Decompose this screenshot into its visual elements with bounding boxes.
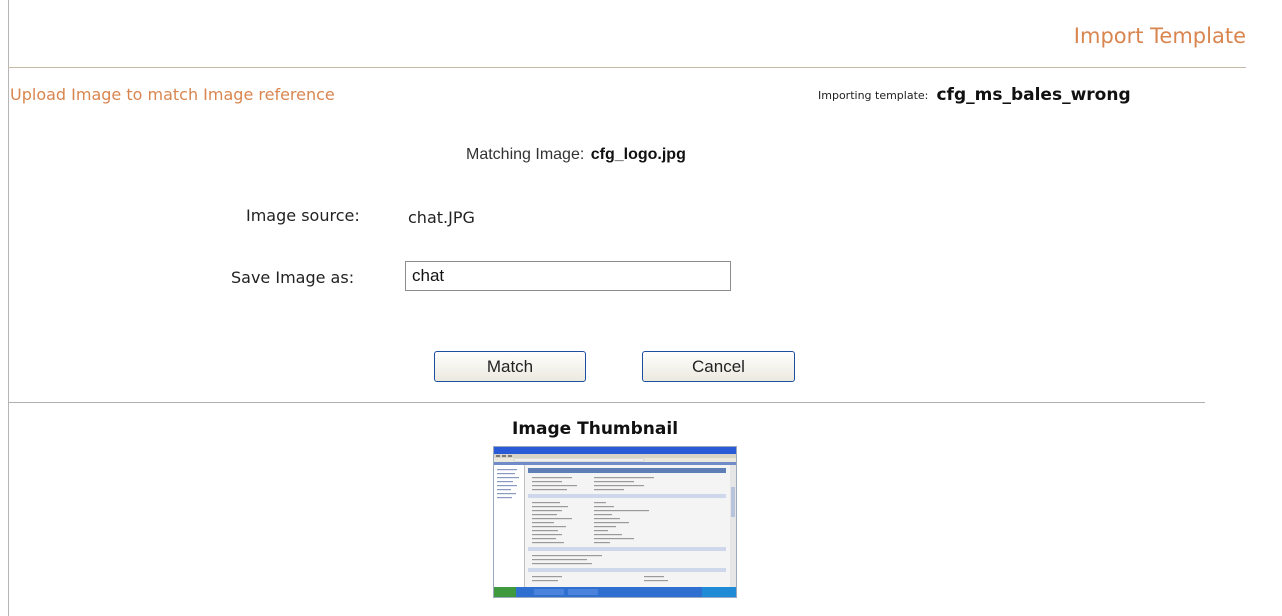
matching-image-name: cfg_logo.jpg — [590, 146, 686, 163]
importing-template-label: Importing template: — [818, 89, 929, 102]
thumb-taskbar — [494, 587, 736, 597]
page-title: Import Template — [1073, 24, 1246, 48]
save-image-as-input[interactable] — [405, 261, 731, 291]
matching-image: Matching Image: cfg_logo.jpg — [466, 146, 686, 164]
thumb-titlebar — [494, 447, 736, 454]
save-image-as-label: Save Image as: — [231, 268, 355, 287]
match-button[interactable]: Match — [434, 351, 586, 382]
section-divider — [8, 402, 1205, 403]
matching-image-label: Matching Image: — [466, 146, 585, 163]
image-thumbnail — [493, 446, 737, 598]
importing-template: Importing template: cfg_ms_bales_wrong — [818, 85, 1131, 105]
title-divider — [8, 67, 1246, 68]
image-source-label: Image source: — [246, 206, 360, 225]
thumbnail-screenshot — [494, 447, 736, 597]
thumbnail-title: Image Thumbnail — [512, 419, 679, 439]
left-border — [8, 0, 9, 616]
upload-heading: Upload Image to match Image reference — [10, 85, 335, 104]
importing-template-name: cfg_ms_bales_wrong — [936, 85, 1131, 105]
cancel-button[interactable]: Cancel — [642, 351, 795, 382]
image-source-value: chat.JPG — [408, 208, 475, 227]
